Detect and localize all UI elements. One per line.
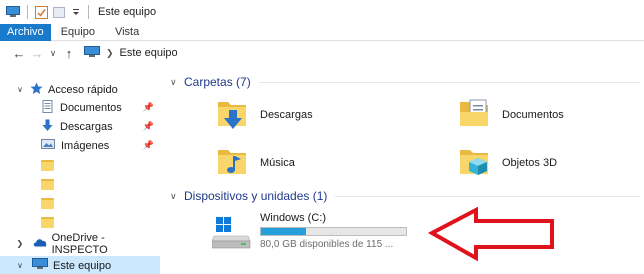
folder-label: Música bbox=[260, 156, 295, 169]
properties-icon[interactable] bbox=[35, 6, 49, 19]
expand-chevron-icon[interactable]: ∨ bbox=[14, 261, 26, 270]
document-icon bbox=[41, 99, 54, 116]
nav-item-label: Descargas bbox=[60, 120, 113, 133]
recent-locations-chevron-icon[interactable]: ∨ bbox=[46, 48, 60, 59]
red-arrow-annotation bbox=[428, 207, 554, 262]
folder-label: Descargas bbox=[260, 108, 313, 121]
collapse-chevron-icon[interactable]: ∨ bbox=[170, 191, 184, 202]
nav-folder-item[interactable] bbox=[0, 213, 160, 232]
pin-icon[interactable]: 📌 bbox=[143, 121, 154, 132]
nav-item-label: Documentos bbox=[60, 101, 122, 114]
nav-onedrive[interactable]: ❯ OneDrive - INSPECTO bbox=[0, 231, 160, 256]
drive-name: Windows (C:) bbox=[260, 212, 327, 224]
downloads-folder-icon bbox=[216, 96, 250, 133]
separator bbox=[88, 5, 89, 19]
nav-folder-item[interactable] bbox=[0, 175, 160, 194]
ribbon-tabs: Archivo Equipo Vista bbox=[0, 24, 644, 41]
folder-tile-objetos-3d[interactable]: Objetos 3D bbox=[458, 144, 557, 181]
nav-folder-item[interactable] bbox=[0, 194, 160, 213]
pictures-icon bbox=[41, 138, 55, 153]
nav-quick-access-label: Acceso rápido bbox=[48, 83, 118, 96]
content-pane: ∨ Carpetas (7) Descargas Documentos Músi… bbox=[160, 65, 644, 274]
nav-este-equipo-label: Este equipo bbox=[53, 259, 112, 272]
folder-icon bbox=[41, 179, 54, 190]
drive-free-space: 80,0 GB disponibles de 115 ... bbox=[260, 239, 394, 250]
back-arrow-icon[interactable]: ← bbox=[10, 46, 28, 61]
download-arrow-icon bbox=[41, 119, 54, 135]
cloud-icon bbox=[32, 237, 48, 250]
group-title: Carpetas (7) bbox=[184, 75, 251, 89]
folder-tile-musica[interactable]: Música bbox=[216, 144, 295, 181]
folder-label: Documentos bbox=[502, 108, 564, 121]
divider bbox=[258, 81, 640, 83]
tab-vista[interactable]: Vista bbox=[105, 24, 149, 41]
folder-icon bbox=[41, 198, 54, 209]
nav-este-equipo[interactable]: ∨ Este equipo bbox=[0, 256, 160, 274]
breadcrumb-chevron-icon[interactable]: ❯ bbox=[106, 48, 114, 59]
expand-chevron-icon[interactable]: ∨ bbox=[14, 85, 26, 94]
separator bbox=[27, 5, 28, 19]
folder-tile-documentos[interactable]: Documentos bbox=[458, 96, 564, 133]
group-header-carpetas[interactable]: ∨ Carpetas (7) bbox=[170, 75, 640, 89]
folder-icon bbox=[41, 217, 54, 228]
navigation-pane: ∨ Acceso rápido Documentos 📌 Descargas 📌… bbox=[0, 72, 160, 274]
nav-item-documentos[interactable]: Documentos 📌 bbox=[0, 98, 160, 117]
navigation-bar: ← → ∨ ↑ ❯ Este equipo bbox=[0, 41, 644, 65]
forward-arrow-icon[interactable]: → bbox=[28, 46, 46, 61]
pin-icon[interactable]: 📌 bbox=[143, 140, 154, 151]
drive-info: Windows (C:) 80,0 GB disponibles de 115 … bbox=[260, 212, 420, 250]
tab-archivo[interactable]: Archivo bbox=[0, 24, 51, 41]
drive-usage-bar bbox=[260, 227, 407, 236]
group-header-dispositivos[interactable]: ∨ Dispositivos y unidades (1) bbox=[170, 189, 640, 203]
up-arrow-icon[interactable]: ↑ bbox=[60, 46, 78, 61]
nav-item-descargas[interactable]: Descargas 📌 bbox=[0, 117, 160, 136]
breadcrumb-este-equipo[interactable]: Este equipo bbox=[120, 47, 178, 59]
address-bar[interactable]: ❯ Este equipo bbox=[84, 45, 178, 61]
tab-equipo[interactable]: Equipo bbox=[51, 24, 105, 41]
3d-objects-folder-icon bbox=[458, 144, 492, 181]
folder-tile-descargas[interactable]: Descargas bbox=[216, 96, 313, 133]
drive-usage-fill bbox=[261, 228, 306, 235]
nav-item-label: Imágenes bbox=[61, 139, 110, 152]
nav-folder-item[interactable] bbox=[0, 156, 160, 175]
nav-quick-access[interactable]: ∨ Acceso rápido bbox=[0, 80, 160, 99]
music-folder-icon bbox=[216, 144, 250, 181]
title-bar: Este equipo bbox=[0, 0, 644, 24]
customize-dropdown-icon[interactable] bbox=[71, 6, 81, 18]
folder-icon bbox=[41, 160, 54, 171]
pin-icon[interactable]: 📌 bbox=[143, 102, 154, 113]
nav-onedrive-label: OneDrive - INSPECTO bbox=[51, 231, 108, 256]
expand-chevron-icon[interactable]: ❯ bbox=[14, 239, 26, 248]
group-title: Dispositivos y unidades (1) bbox=[184, 189, 328, 203]
documents-folder-icon bbox=[458, 96, 492, 133]
collapse-chevron-icon[interactable]: ∨ bbox=[170, 77, 184, 88]
windows-drive-icon bbox=[211, 217, 252, 252]
star-icon bbox=[30, 82, 43, 98]
computer-icon[interactable] bbox=[6, 6, 20, 18]
computer-icon bbox=[84, 45, 100, 61]
nav-item-imagenes[interactable]: Imágenes 📌 bbox=[0, 136, 160, 155]
folder-label: Objetos 3D bbox=[502, 156, 558, 169]
window-title: Este equipo bbox=[98, 6, 157, 18]
new-folder-icon[interactable] bbox=[53, 6, 67, 18]
divider bbox=[335, 195, 640, 197]
computer-icon bbox=[32, 258, 48, 273]
